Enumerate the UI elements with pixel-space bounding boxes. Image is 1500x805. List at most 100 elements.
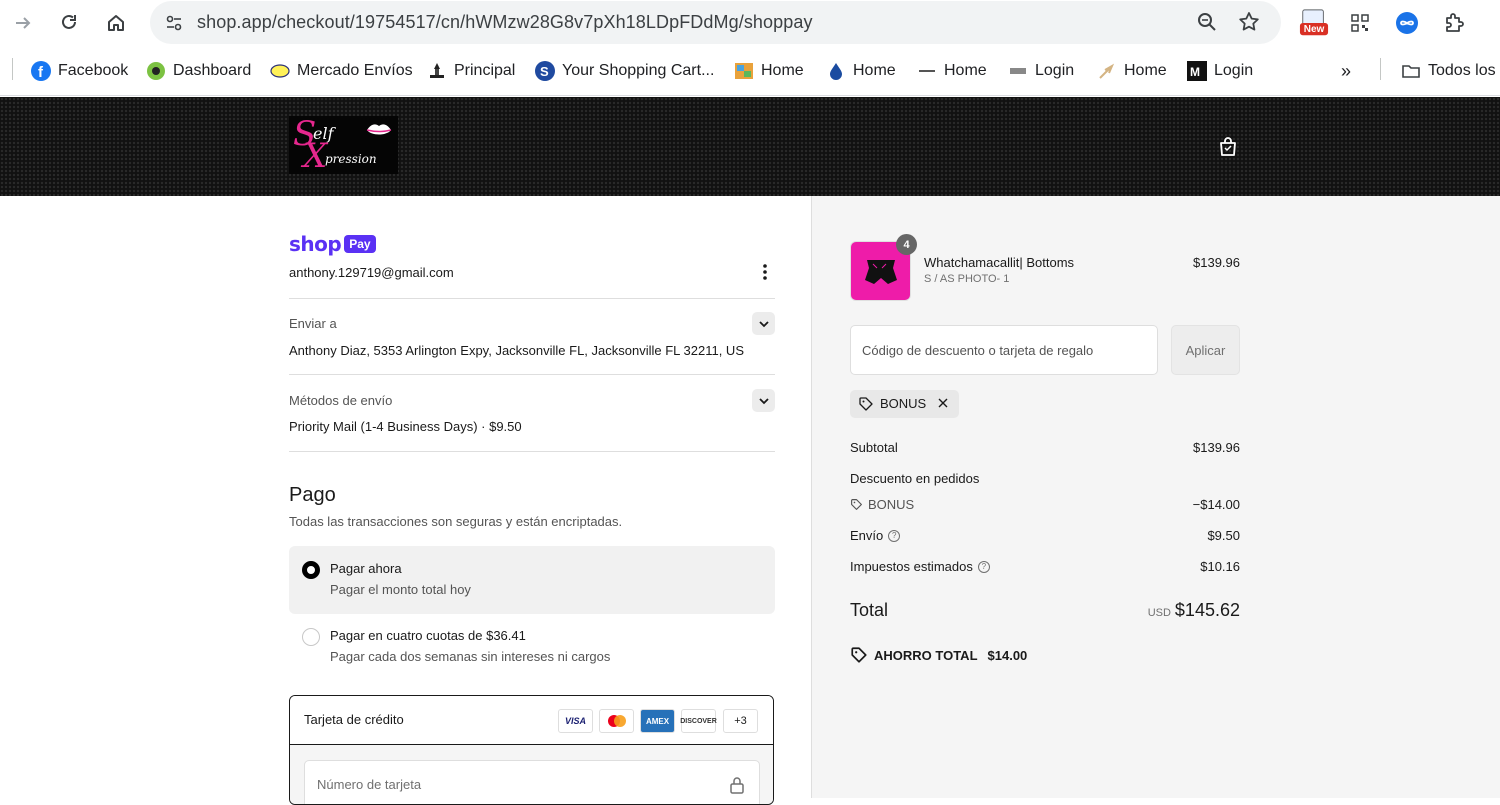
bookmark-principal[interactable]: Principal [427,60,515,82]
bookmark-mercado-envios[interactable]: Mercado Envíos [270,60,413,82]
bookmark-label: Login [1214,62,1254,79]
shipping-method-value: Priority Mail (1-4 Business Days) · $9.5… [289,419,522,434]
facebook-icon: f [31,61,51,81]
store-logo[interactable]: S elf X pression [289,114,398,176]
address-bar[interactable]: shop.app/checkout/19754517/cn/hWMzw28G8v… [150,1,1281,44]
tax-label: Impuestos estimados ? [850,559,990,574]
pay-now-radio[interactable] [302,561,320,579]
discover-logo-icon: DISCOVER [680,709,717,733]
savings-value: $14.00 [987,647,1028,663]
url-text[interactable]: shop.app/checkout/19754517/cn/hWMzw28G8v… [197,12,813,33]
credit-card-form: Número de tarjeta [290,745,773,804]
more-options-icon[interactable] [756,262,774,282]
bookmark-home-1[interactable]: Home [734,60,804,82]
installments-option[interactable]: Pagar en cuatro cuotas de $36.41 Pagar c… [289,613,775,681]
remove-discount-close-icon[interactable] [936,396,950,410]
tag-icon [851,499,862,510]
store-header: S elf X pression [0,97,1500,196]
bookmark-login-1[interactable]: Login [1008,60,1074,82]
amex-logo-icon: AMEX [640,709,675,733]
pay-now-option[interactable]: Pagar ahora Pagar el monto total hoy [289,546,775,614]
bookmark-label: Home [944,62,987,79]
credit-card-method[interactable]: Tarjeta de crédito VISA AMEX DISCOVER +3… [289,695,774,805]
bookmark-star-icon[interactable] [1237,10,1261,39]
mercado-envios-icon [270,61,290,81]
pay-badge: Pay [344,235,376,253]
bookmark-login-2[interactable]: M Login [1187,60,1253,82]
card-number-field[interactable]: Número de tarjeta [304,760,760,804]
bookmark-home-4[interactable]: Home [1097,60,1167,82]
option-title: Pagar ahora [330,561,402,576]
ship-to-address: Anthony Diaz, 5353 Arlington Expy, Jacks… [289,343,744,358]
browser-toolbar: shop.app/checkout/19754517/cn/hWMzw28G8v… [0,0,1500,46]
apply-discount-button[interactable]: Aplicar [1171,325,1240,375]
overflow-chevron-icon: » [1341,60,1352,81]
bookmark-label: Home [1124,62,1167,79]
option-title: Pagar en cuatro cuotas de $36.41 [330,628,526,643]
bookmark-home-3[interactable]: Home [917,60,987,82]
product-price: $139.96 [1193,255,1240,270]
chevron-down-icon [758,397,769,404]
total-amount: USD $145.62 [1100,600,1240,621]
tag-icon [859,397,873,411]
credit-card-header[interactable]: Tarjeta de crédito VISA AMEX DISCOVER +3 [290,696,773,745]
applied-code: BONUS [880,396,927,411]
bookmark-dashboard[interactable]: Dashboard [146,60,251,82]
order-discount-code: BONUS [850,497,914,512]
infinity-extension-icon[interactable] [1392,8,1422,38]
mastercard-logo-icon [599,709,634,733]
option-description: Pagar el monto total hoy [330,582,471,597]
order-discount-label: Descuento en pedidos [850,471,980,486]
shop-pay-logo: shop Pay [289,232,376,256]
help-icon[interactable]: ? [977,560,990,573]
site-info-icon[interactable] [160,9,188,37]
discount-code-input[interactable]: Código de descuento o tarjeta de regalo [850,325,1158,375]
extensions-puzzle-icon[interactable] [1439,8,1469,38]
home-image-favicon-icon [734,61,754,81]
all-bookmarks-folder[interactable]: Todos los [1401,60,1496,82]
bookmarks-bar: f Facebook Dashboard Mercado Envíos Prin… [0,46,1500,96]
folder-icon [1401,61,1421,81]
option-description: Pagar cada dos semanas sin intereses ni … [330,649,611,664]
ship-to-label: Enviar a [289,316,337,331]
cart-bag-icon[interactable] [1216,135,1240,159]
home-icon[interactable] [101,8,131,38]
total-value: $145.62 [1174,600,1240,620]
new-badge-text: New [1303,24,1325,35]
subtotal-label: Subtotal [850,440,898,455]
section-divider [289,374,775,375]
subtotal-value: $139.96 [1193,440,1240,455]
product-name: Whatchamacallit| Bottoms [924,255,1075,270]
bookmark-label: Mercado Envíos [297,62,413,79]
forward-icon[interactable] [8,8,38,38]
reload-icon[interactable] [54,8,84,38]
bookmark-label: Login [1035,62,1075,79]
bookmark-home-2[interactable]: Home [826,60,896,82]
account-email: anthony.129719@gmail.com [289,265,454,280]
lock-icon [730,777,744,794]
bookmarks-overflow-button[interactable]: » [1341,60,1351,82]
bookmark-shopping-cart[interactable]: S Your Shopping Cart... [535,60,714,82]
extension-new-icon[interactable]: New [1299,8,1329,38]
total-savings: AHORRO TOTAL $14.00 [850,646,1027,664]
help-icon[interactable]: ? [888,529,901,542]
bookmark-facebook[interactable]: f Facebook [31,60,128,82]
tax-value: $10.16 [1200,559,1240,574]
section-divider [289,451,775,452]
tag-icon [851,647,867,663]
bookmark-label: Facebook [58,62,129,79]
m-favicon-icon: M [1187,61,1207,81]
qr-code-icon[interactable] [1345,8,1375,38]
svg-text:S: S [540,64,549,79]
zoom-icon[interactable] [1196,11,1218,38]
shipping-methods-expand-button[interactable] [752,389,775,412]
card-number-placeholder: Número de tarjeta [317,777,422,792]
bookmark-label: Principal [454,62,516,79]
logo-word: pression [325,152,377,166]
ship-to-expand-button[interactable] [752,312,775,335]
lips-icon [366,124,392,135]
installments-radio[interactable] [302,628,320,646]
feather-favicon-icon [1097,61,1117,81]
bookmark-label: Your Shopping Cart... [562,62,715,79]
bookmark-label: Todos los [1428,62,1496,79]
